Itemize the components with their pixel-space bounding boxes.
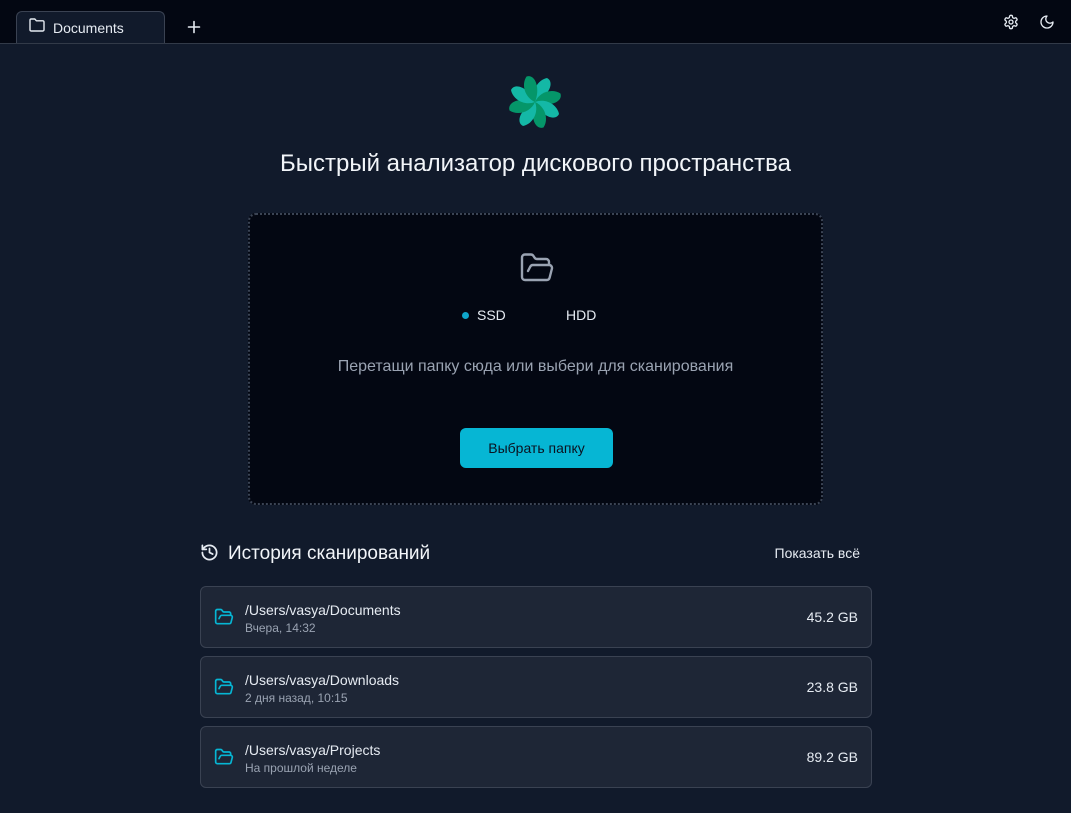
folder-open-icon: [213, 607, 235, 627]
history-item[interactable]: /Users/vasya/Downloads 2 дня назад, 10:1…: [200, 656, 872, 718]
disk-type-hdd[interactable]: HDD: [566, 307, 596, 323]
drop-hint: Перетащи папку сюда или выбери для скани…: [337, 358, 734, 375]
page-title: Быстрый анализатор дискового пространств…: [280, 150, 791, 177]
drop-zone[interactable]: SSD HDD Перетащи папку сюда или выбери д…: [248, 213, 823, 505]
history-item-path: /Users/vasya/Downloads: [245, 672, 400, 688]
new-tab-button[interactable]: [184, 17, 204, 37]
selected-dot: [462, 311, 469, 319]
app-logo: [505, 72, 565, 132]
history-item-time: 2 дня назад, 10:15: [245, 691, 348, 705]
history-item-path: /Users/vasya/Projects: [245, 742, 381, 758]
tab-bar: Documents: [0, 0, 1071, 44]
history-item[interactable]: /Users/vasya/Documents Вчера, 14:32 45.2…: [200, 586, 872, 648]
history-item-size: 45.2 GB: [806, 609, 858, 625]
disk-type-hdd-label: HDD: [566, 307, 597, 323]
disk-type-ssd-label: SSD: [477, 307, 506, 323]
plus-icon: [187, 20, 201, 34]
show-all-link[interactable]: Показать всё: [775, 545, 860, 561]
history-title: История сканирований: [228, 543, 431, 564]
settings-button[interactable]: [1001, 12, 1021, 32]
disk-type-ssd[interactable]: SSD: [462, 307, 506, 323]
history-item-size: 23.8 GB: [806, 679, 858, 695]
history-header: История сканирований Показать всё: [200, 541, 872, 567]
moon-icon: [1040, 15, 1054, 29]
tab-documents[interactable]: Documents: [16, 11, 165, 43]
folder-open-icon: [213, 747, 235, 767]
folder-icon: [29, 18, 45, 37]
tab-label: Documents: [53, 19, 124, 36]
choose-folder-button[interactable]: Выбрать папку: [460, 428, 613, 468]
history-item-size: 89.2 GB: [806, 749, 858, 765]
folder-open-icon: [517, 250, 557, 286]
history-item-path: /Users/vasya/Documents: [245, 602, 401, 618]
history-item-time: На прошлой неделе: [245, 761, 357, 775]
gear-icon: [1004, 14, 1018, 30]
history-item-time: Вчера, 14:32: [245, 621, 316, 635]
theme-toggle-button[interactable]: [1037, 12, 1057, 32]
folder-open-icon: [213, 677, 235, 697]
history-icon: [200, 543, 220, 563]
history-item[interactable]: /Users/vasya/Projects На прошлой неделе …: [200, 726, 872, 788]
